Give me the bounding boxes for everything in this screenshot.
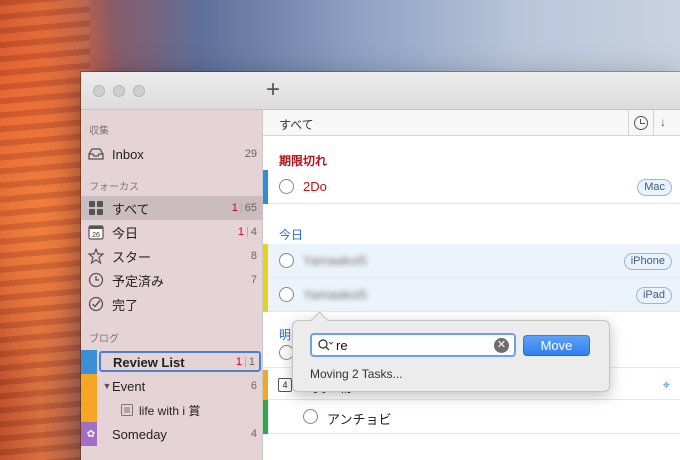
sidebar-item-someday[interactable]: ✿ Someday 4 <box>81 422 263 446</box>
task-row[interactable]: Yamaakoi5 iPhone <box>263 244 680 278</box>
sidebar-item-life-with-i[interactable]: life with i 賞 <box>81 398 263 422</box>
task-title: Yamaakoi5 <box>303 253 368 268</box>
sidebar-item-count: 4 <box>250 428 257 440</box>
sidebar-item-label: life with i 賞 <box>139 403 201 418</box>
task-title: Yamaakoi5 <box>303 287 368 302</box>
sidebar-item-label: Someday <box>112 426 167 442</box>
sidebar-item-label: 完了 <box>112 297 139 313</box>
sidebar-item-event[interactable]: ▼ Event 6 <box>81 374 263 398</box>
section-collect-heading: 収集 <box>89 126 109 137</box>
svg-text:26: 26 <box>92 232 100 239</box>
sidebar-item-today[interactable]: 26 今日 1 | 4 <box>81 220 263 244</box>
priority-bar <box>263 170 268 204</box>
task-checkbox[interactable] <box>279 287 294 302</box>
clear-search-icon[interactable]: ✕ <box>494 338 509 353</box>
sidebar-item-count: 1 | 4 <box>237 226 257 238</box>
list-icon <box>119 402 135 418</box>
desktop-wallpaper-cliff <box>0 0 90 460</box>
calendar-icon: 26 <box>88 224 104 240</box>
title-bar: + <box>81 72 680 110</box>
task-tag[interactable]: iPad <box>635 287 672 304</box>
inbox-icon <box>88 146 104 162</box>
minimize-window-button[interactable] <box>113 85 125 97</box>
sidebar-item-label: Event <box>112 378 146 394</box>
sidebar-item-label: すべて <box>112 201 150 217</box>
zoom-window-button[interactable] <box>133 85 145 97</box>
sidebar-item-count: 7 <box>250 274 257 286</box>
task-title: 2Do <box>303 179 327 194</box>
task-tag[interactable]: iPhone <box>623 253 672 270</box>
priority-bar <box>263 244 268 278</box>
task-title: アンチョビ <box>327 412 392 427</box>
sidebar-item-all[interactable]: すべて 1 | 65 <box>81 196 263 220</box>
search-input[interactable]: re ✕ <box>310 333 516 357</box>
priority-bar <box>263 400 268 434</box>
sidebar-item-completed[interactable]: 完了 <box>81 292 263 316</box>
sidebar-item-starred[interactable]: スター 8 <box>81 244 263 268</box>
list-title: すべて <box>279 118 314 132</box>
sidebar-item-label: 今日 <box>112 225 139 241</box>
priority-bar <box>263 370 268 400</box>
checkmark-circle-icon <box>88 296 104 312</box>
task-row[interactable]: Yamaakoi5 iPad <box>263 278 680 312</box>
clock-icon <box>88 272 104 288</box>
sidebar-item-count: 29 <box>244 148 257 160</box>
status-text: Moving 2 Tasks... <box>310 367 403 381</box>
app-window: + 収集 Inbox 29 フォーカス すべて 1 | 65 26 今日 1 | 4 <box>81 72 680 460</box>
calendar-icon: 4 <box>278 378 292 392</box>
grid-icon <box>88 200 104 216</box>
sidebar-item-label: Inbox <box>112 146 144 162</box>
sidebar-item-count: 1 | 65 <box>231 202 257 214</box>
sidebar-item-count: 6 <box>250 380 257 392</box>
sidebar-item-review-list[interactable]: Review List 1 | 1 <box>81 350 263 374</box>
clock-icon[interactable] <box>634 116 648 130</box>
location-pin-icon: ⌖ <box>662 377 670 392</box>
section-focus-heading: フォーカス <box>89 182 139 193</box>
sidebar-item-label: 予定済み <box>112 273 165 289</box>
task-row[interactable]: アンチョビ <box>263 400 680 434</box>
gear-icon: ✿ <box>86 428 96 440</box>
search-icon <box>318 339 333 351</box>
sidebar-item-label: スター <box>112 249 152 265</box>
priority-bar <box>263 278 268 312</box>
star-icon <box>88 248 104 264</box>
sidebar-item-label: Review List <box>113 355 185 370</box>
task-row[interactable]: 2Do Mac <box>263 170 680 204</box>
section-blog-heading: ブログ <box>89 334 119 345</box>
group-heading-overdue: 期限切れ <box>279 154 328 168</box>
add-task-button[interactable]: + <box>262 78 284 102</box>
close-window-button[interactable] <box>93 85 105 97</box>
sidebar-item-count: 8 <box>250 250 257 262</box>
review-list-drop-target[interactable]: Review List 1 | 1 <box>99 351 261 372</box>
divider <box>628 110 629 136</box>
task-checkbox[interactable] <box>279 179 294 194</box>
move-tasks-popover: re ✕ Move Moving 2 Tasks... <box>292 320 610 392</box>
column-header: すべて ↓ <box>263 110 680 136</box>
group-heading-tomorrow: 明 <box>279 328 292 342</box>
sidebar-item-inbox[interactable]: Inbox 29 <box>81 142 263 166</box>
search-value: re <box>336 338 348 353</box>
sort-icon[interactable]: ↓ <box>660 115 666 129</box>
task-tag[interactable]: Mac <box>637 179 672 196</box>
sidebar: 収集 Inbox 29 フォーカス すべて 1|65 26 今日 1|4 <box>81 110 263 460</box>
sidebar-item-scheduled[interactable]: 予定済み 7 <box>81 268 263 292</box>
task-checkbox[interactable] <box>279 253 294 268</box>
move-button[interactable]: Move <box>523 335 590 356</box>
task-checkbox[interactable] <box>303 409 318 424</box>
task-list-pane: すべて ↓ 期限切れ 2Do Mac 今日 Yamaakoi5 iPhone Y… <box>263 110 680 460</box>
sidebar-item-count: 1 | 1 <box>235 356 255 368</box>
divider <box>653 110 654 136</box>
group-heading-today: 今日 <box>279 228 304 242</box>
